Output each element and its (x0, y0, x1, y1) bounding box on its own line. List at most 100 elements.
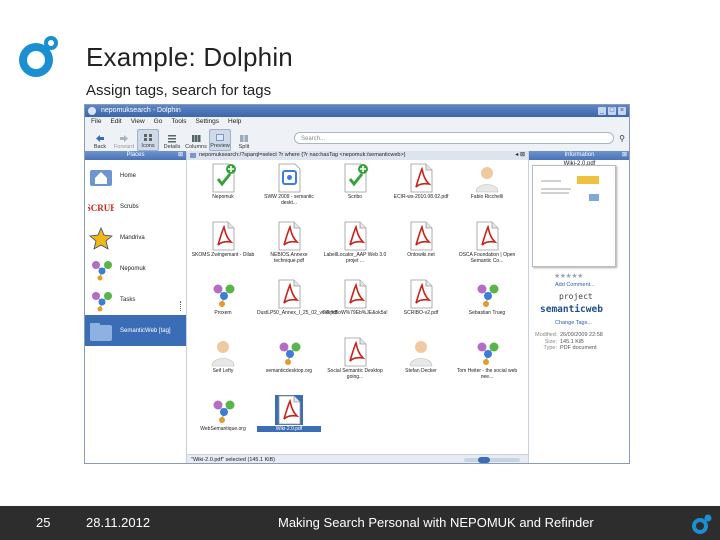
file-label: NEBIOS.Annexe technique.pdf (270, 252, 308, 264)
columns-view-button[interactable]: Columns (185, 129, 207, 151)
file-label: SWW 2009 - semantic deskt... (264, 194, 314, 206)
file-item[interactable]: NEBIOS.Annexe technique.pdf (257, 221, 321, 265)
nepomuk-logo-icon (692, 514, 712, 534)
place-nepomuk[interactable]: Nepomuk (85, 253, 186, 284)
person-icon (407, 337, 435, 367)
close-icon[interactable]: × (618, 107, 626, 115)
menu-bar: File Edit View Go Tools Settings Help (85, 117, 629, 127)
place-tasks[interactable]: Tasks (85, 284, 186, 315)
place-scrubs[interactable]: SCRUB Scrubs (85, 191, 186, 222)
file-item[interactable]: Stefan Decker (389, 337, 453, 381)
file-item[interactable]: DustLP50_Annex_I_25_02_v6.6.pdf (257, 279, 338, 323)
file-label: OSCA Foundation | Open Semantic Co... (458, 252, 516, 264)
add-comment-link[interactable]: Add Comment... (555, 282, 595, 288)
places-panel: Places ⊠ Home SCRUB Scrubs Mandriva Nepo… (85, 151, 187, 463)
arrow-left-icon (96, 135, 104, 142)
menu-go[interactable]: Go (154, 117, 163, 127)
nepomuk-molecule-icon (209, 279, 237, 309)
menu-tools[interactable]: Tools (171, 117, 186, 127)
file-item[interactable]: Fabio Ricchelli (455, 163, 519, 207)
window-titlebar[interactable]: nepomuksearch - Dolphin _ □ × (85, 105, 629, 117)
pdf-icon (275, 279, 303, 309)
file-item[interactable]: Scribo (323, 163, 387, 207)
menu-view[interactable]: View (131, 117, 145, 127)
file-item[interactable]: Tom Heiter - the social web nee... (455, 337, 519, 381)
file-label: Tom Heiter - the social web nee... (456, 368, 518, 380)
location-bar-buttons[interactable]: ◂ ⊠ (515, 151, 525, 160)
file-item[interactable]: Ontowiki.net (389, 221, 453, 265)
close-icon[interactable]: ⊠ (178, 151, 183, 160)
file-item[interactable]: SCRIBO-v2.pdf (389, 279, 453, 323)
folder-icon (190, 153, 196, 158)
place-home[interactable]: Home (85, 160, 186, 191)
pdf-icon (341, 279, 369, 309)
page-number: 25 (36, 515, 51, 530)
tag-semanticweb[interactable]: semanticweb (540, 304, 603, 315)
file-item[interactable]: rWr%5oW%79Eb%JE&ok5a! (323, 279, 388, 323)
close-icon[interactable]: ⊠ (622, 151, 627, 160)
minimize-icon[interactable]: _ (598, 107, 606, 115)
file-item[interactable]: Nepomuk (191, 163, 255, 207)
search-input[interactable]: Search... (294, 132, 614, 144)
tag-project[interactable]: project (559, 292, 593, 301)
file-item[interactable]: Wiki-2.0.pdf (257, 395, 321, 439)
file-item[interactable]: Seif Lefty (191, 337, 255, 381)
file-item[interactable]: SWW 2009 - semantic deskt... (257, 163, 321, 207)
file-item[interactable]: Social Semantic Desktop going... (323, 337, 387, 381)
file-item[interactable]: Proxem (191, 279, 255, 323)
forward-button[interactable]: Forward (113, 129, 135, 151)
maximize-icon[interactable]: □ (608, 107, 616, 115)
nepomuk-molecule-icon (275, 337, 303, 367)
toolbar: Back Forward Icons Details Columns Previ… (85, 127, 629, 152)
nepomuk-plus-icon (209, 163, 237, 193)
file-item[interactable]: OSCA Foundation | Open Semantic Co... (455, 221, 519, 265)
panel-splitter[interactable] (180, 301, 184, 311)
zoom-slider[interactable] (464, 457, 520, 463)
pdf-icon (473, 221, 501, 251)
zoom-slider-knob[interactable] (478, 457, 490, 463)
status-text: "Wiki-2.0.pdf" selected (145.1 KiB) (191, 457, 275, 463)
menu-file[interactable]: File (91, 117, 101, 127)
file-item[interactable]: LabellLocator_AAP Web 3.0 projet ... (323, 221, 387, 265)
location-bar[interactable]: nepomuksearch:/?sparql=select ?r where {… (187, 151, 528, 160)
footer-text: Making Search Personal with NEPOMUK and … (278, 515, 594, 530)
file-label: Social Semantic Desktop going... (327, 368, 383, 380)
details-view-icon (168, 135, 176, 143)
home-folder-icon (90, 169, 112, 186)
file-item[interactable]: Sebastian Trueg (455, 279, 519, 323)
file-item[interactable]: WebSemantique.org (191, 395, 255, 439)
place-mandriva[interactable]: Mandriva (85, 222, 186, 253)
information-panel: Information ⊠ Wiki-2.0.pdf ★★★★★ Add Com… (529, 151, 629, 463)
file-label: DustLP50_Annex_I_25_02_v6.6.pdf (257, 310, 338, 316)
pdf-icon (407, 163, 435, 193)
search-icon[interactable]: ⚲ (619, 134, 625, 143)
file-label: Stefan Decker (405, 368, 437, 374)
file-item[interactable]: ECIR-ws-2010.08.02.pdf (389, 163, 453, 207)
pdf-icon (407, 279, 435, 309)
pdf-icon (407, 221, 435, 251)
document-preview (532, 165, 616, 267)
preview-icon (216, 134, 224, 141)
pdf-icon (341, 337, 369, 367)
rating-stars[interactable]: ★★★★★ (554, 272, 583, 280)
file-item[interactable]: SKOMS Zwingemant - Dilab (191, 221, 255, 265)
dolphin-window: nepomuksearch - Dolphin _ □ × File Edit … (84, 104, 630, 464)
menu-settings[interactable]: Settings (196, 117, 220, 127)
menu-edit[interactable]: Edit (110, 117, 121, 127)
meta-row-type: Type: PDF document (543, 345, 597, 351)
split-button[interactable]: Split (233, 129, 255, 151)
document-blue-icon (275, 163, 303, 193)
place-semanticweb-tag[interactable]: SemanticWeb [tag] (85, 315, 186, 346)
file-metadata: Modified: 26/09/2009 22:58 Size: 145.1 KiB… (535, 332, 603, 352)
change-tags-link[interactable]: Change Tags... (555, 320, 592, 326)
menu-help[interactable]: Help (228, 117, 241, 127)
back-button[interactable]: Back (89, 129, 111, 151)
status-bar: "Wiki-2.0.pdf" selected (145.1 KiB) (187, 454, 528, 463)
preview-button[interactable]: Preview (209, 129, 231, 151)
file-label: LabellLocator_AAP Web 3.0 projet ... (323, 252, 387, 264)
details-view-button[interactable]: Details (161, 129, 183, 151)
file-label: WebSemantique.org (200, 426, 246, 432)
file-item[interactable]: semanticdesktop.org (257, 337, 321, 381)
icons-view-button[interactable]: Icons (137, 129, 159, 151)
file-label: Ontowiki.net (407, 252, 435, 258)
